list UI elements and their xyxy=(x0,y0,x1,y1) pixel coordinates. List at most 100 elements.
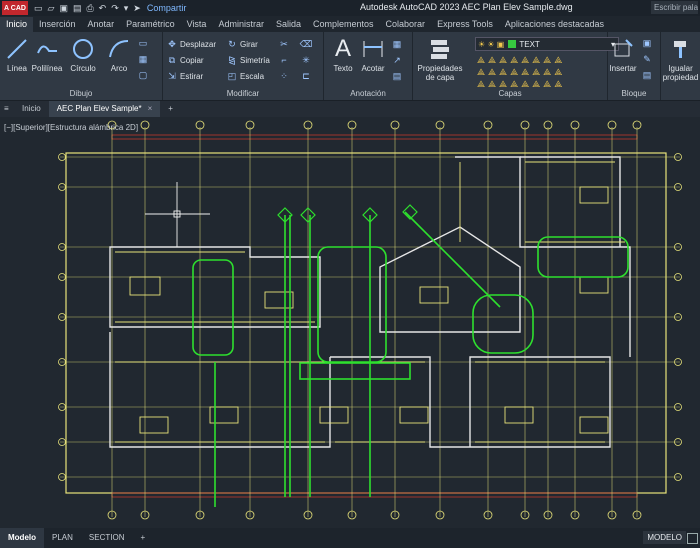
redo-icon[interactable]: ↷ xyxy=(111,3,119,14)
rotate-tool[interactable]: ↻ Girar xyxy=(227,39,258,49)
scale-tool[interactable]: ◰ Escala xyxy=(227,71,264,81)
fillet-tool[interactable]: ⌐ xyxy=(279,55,289,65)
undo-icon[interactable]: ↶ xyxy=(99,3,107,14)
array-tool[interactable]: ⁘ xyxy=(279,71,289,81)
mirror-tool[interactable]: ⧎ Simetría xyxy=(227,55,270,65)
attribute-tool[interactable]: ▤ xyxy=(642,70,652,80)
diagonal-gridline xyxy=(404,211,501,308)
close-tab-icon[interactable]: × xyxy=(148,104,153,113)
open-file-icon[interactable]: ▱ xyxy=(48,3,55,14)
room-label-box xyxy=(579,186,609,204)
tab-plan[interactable]: PLAN xyxy=(44,528,81,548)
doc-tab-active[interactable]: AEC Plan Elev Sample* × xyxy=(48,101,161,117)
tab-colaborar[interactable]: Colaborar xyxy=(380,17,432,32)
boundary-tool[interactable]: ▢ xyxy=(138,70,148,80)
more-icon[interactable]: ▾ xyxy=(124,3,129,14)
stair-core-east xyxy=(537,236,629,278)
offset-tool[interactable]: ⊏ xyxy=(301,71,311,81)
doc-tab-start[interactable]: Inicio xyxy=(14,101,49,117)
hatch-tool[interactable]: ▦ xyxy=(138,54,148,64)
share-button[interactable]: Compartir xyxy=(147,3,187,13)
trim-tool[interactable]: ✂ xyxy=(279,39,289,49)
layer-tools-grid[interactable]: ⟁⟁⟁⟁⟁⟁⟁⟁ ⟁⟁⟁⟁⟁⟁⟁⟁ ⟁⟁⟁⟁⟁⟁⟁⟁ xyxy=(477,54,617,90)
send-icon[interactable]: ➤ xyxy=(133,3,141,14)
copy-tool[interactable]: ⧉ Copiar xyxy=(167,55,204,65)
status-bar: Modelo PLAN SECTION + MODELO xyxy=(0,528,700,548)
ribbon: Línea Polilínea Círculo Arco ▭ ▦ ▢ Dibuj… xyxy=(0,32,700,101)
tab-complementos[interactable]: Complementos xyxy=(307,17,380,32)
rectangle-tool[interactable]: ▭ xyxy=(138,38,148,48)
room-label-box xyxy=(399,406,429,424)
rotate-label: Girar xyxy=(240,39,258,49)
block-panel-title[interactable]: Bloque xyxy=(608,89,660,98)
tab-parametrico[interactable]: Paramétrico xyxy=(120,17,181,32)
line-tool[interactable]: Línea xyxy=(0,36,34,73)
stair-core-west xyxy=(192,259,234,356)
layer-properties-button[interactable]: Propiedades de capa xyxy=(417,36,463,82)
edit-block-tool[interactable]: ✎ xyxy=(642,54,652,64)
text-tool[interactable]: A Texto xyxy=(326,35,360,73)
model-space-button[interactable]: MODELO xyxy=(643,531,686,544)
layer-properties-label: Propiedades de capa xyxy=(417,64,463,82)
drawing-viewport[interactable]: [−][Superior][Estructura alámbrica 2D] xyxy=(0,117,700,528)
viewport-controls-label[interactable]: [−][Superior][Estructura alámbrica 2D] xyxy=(4,123,138,132)
room-label-box xyxy=(419,286,449,304)
save-icon[interactable]: ▣ xyxy=(59,3,68,14)
grid-display-icon[interactable] xyxy=(687,533,698,544)
save-as-icon[interactable]: ▤ xyxy=(73,3,82,14)
tab-administrar[interactable]: Administrar xyxy=(212,17,270,32)
add-layout-button[interactable]: + xyxy=(132,528,153,548)
scale-label: Escala xyxy=(240,71,265,81)
insert-block-icon xyxy=(610,36,636,62)
tab-salida[interactable]: Salida xyxy=(270,17,307,32)
new-tab-button[interactable]: + xyxy=(160,101,181,117)
arc-tool[interactable]: Arco xyxy=(102,36,136,73)
annotation-panel-title[interactable]: Anotación xyxy=(324,89,412,98)
line-label: Línea xyxy=(6,64,28,73)
tab-vista[interactable]: Vista xyxy=(181,17,213,32)
tab-inicio[interactable]: Inicio xyxy=(0,17,34,32)
tab-anotar[interactable]: Anotar xyxy=(82,17,121,32)
insert-button[interactable]: Insertar xyxy=(608,36,638,73)
layer-dropdown[interactable]: ☀ ☀ ▣ TEXT ▾ xyxy=(475,37,619,51)
menu-icon[interactable]: ≡ xyxy=(0,101,14,117)
dimension-tool[interactable]: Acotar xyxy=(356,36,390,73)
insert-label: Insertar xyxy=(609,64,637,73)
draw-panel-title[interactable]: Dibujo xyxy=(0,89,162,98)
autocad-logo[interactable]: A CAD xyxy=(2,1,28,15)
tab-aplicaciones[interactable]: Aplicaciones destacadas xyxy=(499,17,610,32)
match-properties-button[interactable]: Igualar propiedad xyxy=(661,36,700,82)
markup-tool[interactable]: ▤ xyxy=(392,71,402,81)
explode-tool[interactable]: ✳ xyxy=(301,55,311,65)
new-file-icon[interactable]: ▭ xyxy=(34,3,43,14)
draw-panel: Línea Polilínea Círculo Arco ▭ ▦ ▢ Dibuj… xyxy=(0,32,163,100)
modify-panel-title[interactable]: Modificar xyxy=(163,89,323,98)
stretch-tool[interactable]: ⇲ Estirar xyxy=(167,71,203,81)
copy-label: Copiar xyxy=(180,55,204,65)
create-block-tool[interactable]: ▣ xyxy=(642,38,652,48)
table-tool[interactable]: ▦ xyxy=(392,39,402,49)
leader-tool[interactable]: ↗ xyxy=(392,55,402,65)
layers-panel-title[interactable]: Capas xyxy=(413,89,607,98)
move-label: Desplazar xyxy=(180,39,217,49)
layer-color-swatch xyxy=(508,40,517,48)
tab-model[interactable]: Modelo xyxy=(0,528,44,548)
array-icon: ⁘ xyxy=(280,70,288,81)
tab-insercion[interactable]: Inserción xyxy=(33,17,82,32)
markup-icon: ▤ xyxy=(392,70,402,81)
print-icon[interactable]: ⎙ xyxy=(86,3,93,14)
tab-express-tools[interactable]: Express Tools xyxy=(431,17,499,32)
search-input[interactable]: Escribir pala xyxy=(651,1,698,14)
move-tool[interactable]: ✥ Desplazar xyxy=(167,39,216,49)
leader-icon: ↗ xyxy=(393,54,401,65)
offset-icon: ⊏ xyxy=(302,70,310,81)
layers-panel: Propiedades de capa ☀ ☀ ▣ TEXT ▾ ⟁⟁⟁⟁⟁⟁⟁… xyxy=(413,32,619,100)
polyline-tool[interactable]: Polilínea xyxy=(30,36,64,73)
corridor-highlight xyxy=(299,362,411,380)
erase-tool[interactable]: ⌫ xyxy=(300,39,313,49)
tab-section[interactable]: SECTION xyxy=(81,528,133,548)
polyline-label: Polilínea xyxy=(31,64,63,73)
arc-icon xyxy=(106,36,132,62)
circle-tool[interactable]: Círculo xyxy=(66,36,100,73)
annotation-panel: A Texto Acotar ▦ ↗ ▤ Anotación xyxy=(324,32,413,100)
